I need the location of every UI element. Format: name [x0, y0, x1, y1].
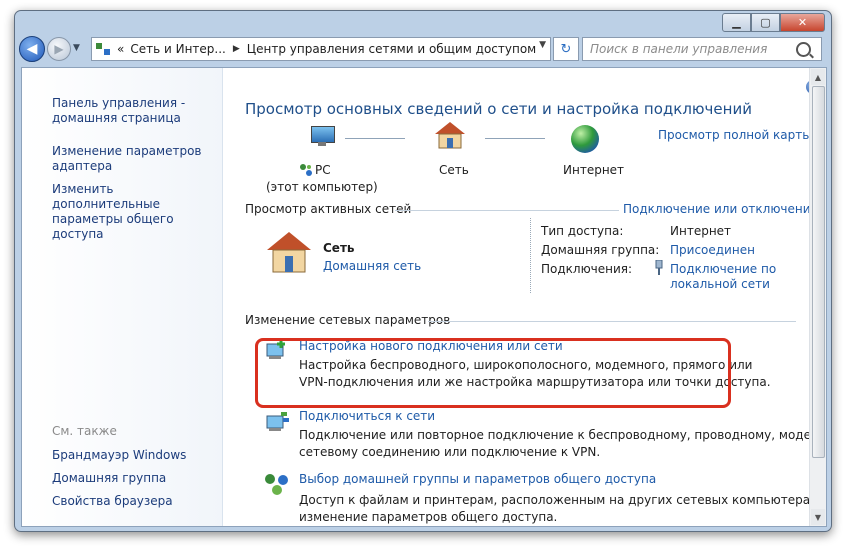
access-type-label: Тип доступа: [541, 224, 624, 238]
search-box[interactable]: Поиск в панели управления [582, 37, 822, 61]
search-input[interactable]: Поиск в панели управления [590, 42, 796, 56]
internet-globe-icon [571, 125, 599, 153]
homegroup-link[interactable]: Присоединен [670, 243, 755, 257]
ethernet-plug-icon [655, 260, 663, 275]
task-link-connect-network[interactable]: Подключиться к сети [299, 409, 435, 423]
navigation-bar: ◀ ▶ ▼ « Сеть и Интер... ▶ Центр управлен… [15, 33, 831, 63]
sidebar-link-adapter-settings[interactable]: Изменение параметров адаптера [52, 144, 202, 174]
breadcrumb-overflow[interactable]: « [117, 42, 124, 56]
network-center-icon [96, 43, 110, 55]
back-arrow-icon: ◀ [26, 41, 38, 57]
home-network-icon [267, 232, 311, 273]
scroll-thumb[interactable] [812, 86, 825, 458]
access-type-value: Интернет [670, 224, 732, 238]
task-desc-connect-network-2: сетевому соединению или подключение к VP… [299, 445, 601, 459]
window-controls: ▁ ▢ ✕ [722, 13, 825, 32]
close-button[interactable]: ✕ [780, 13, 825, 32]
pc-sublabel: (этот компьютер) [266, 180, 378, 194]
homegroup-label: Домашняя группа: [541, 243, 660, 257]
homegroup-sharing-icon [265, 474, 288, 495]
minimize-button[interactable]: ▁ [722, 13, 751, 32]
breadcrumb-separator-icon[interactable]: ▶ [233, 44, 240, 54]
task-desc-homegroup-1: Доступ к файлам и принтерам, расположенн… [299, 493, 827, 507]
see-also-heading: См. также [52, 424, 117, 438]
connect-disconnect-link[interactable]: Подключение или отключение [623, 202, 818, 216]
connection-link-line2[interactable]: локальной сети [670, 277, 770, 291]
sidebar-link-homegroup[interactable]: Домашняя группа [52, 471, 166, 486]
connections-label: Подключения: [541, 262, 633, 276]
network-house-icon [435, 122, 465, 149]
network-type-link[interactable]: Домашняя сеть [323, 259, 421, 273]
forward-button[interactable]: ▶ [47, 37, 71, 61]
network-label: Сеть [439, 163, 469, 177]
section-divider [395, 210, 619, 211]
map-connector-line [345, 138, 405, 139]
explorer-window: ▁ ▢ ✕ ◀ ▶ ▼ « Сеть и Интер... ▶ Центр уп… [14, 10, 832, 532]
network-status-icon [300, 164, 312, 176]
page-title: Просмотр основных сведений о сети и наст… [245, 100, 752, 118]
search-icon[interactable] [796, 41, 811, 57]
active-network-name: Сеть [323, 241, 355, 255]
scroll-up-icon[interactable]: ▲ [811, 69, 825, 85]
computer-icon [309, 126, 335, 148]
sidebar: Панель управления - домашняя страница Из… [22, 68, 223, 526]
vertical-scrollbar[interactable]: ▲ ▼ [809, 68, 826, 526]
connect-to-network-icon [266, 412, 289, 431]
connection-link-line1[interactable]: Подключение по [670, 262, 776, 276]
scroll-down-icon[interactable]: ▼ [811, 509, 825, 525]
map-connector-line-2 [485, 138, 545, 139]
task-desc-connect-network-1: Подключение или повторное подключение к … [299, 428, 827, 442]
view-full-map-link[interactable]: Просмотр полной карты [658, 128, 812, 142]
breadcrumb-network-internet[interactable]: Сеть и Интер... [130, 42, 226, 56]
main-panel: ? Просмотр основных сведений о сети и на… [223, 68, 826, 526]
back-button[interactable]: ◀ [19, 36, 45, 62]
sidebar-link-browser-properties[interactable]: Свойства браузера [52, 494, 173, 509]
refresh-icon: ↻ [560, 41, 572, 57]
change-settings-heading: Изменение сетевых параметров [245, 313, 451, 327]
content-area: Панель управления - домашняя страница Из… [21, 67, 827, 527]
highlight-box [255, 338, 731, 408]
internet-label: Интернет [563, 163, 625, 177]
pc-label: PC [315, 163, 331, 177]
task-link-homegroup[interactable]: Выбор домашней группы и параметров общег… [299, 472, 656, 486]
breadcrumb-network-center[interactable]: Центр управления сетями и общим доступом [247, 42, 536, 56]
recent-pages-dropdown-icon[interactable]: ▼ [73, 43, 80, 53]
sidebar-link-sharing-settings[interactable]: Изменить дополнительные параметры общего… [52, 182, 217, 242]
address-dropdown-icon[interactable]: ▼ [539, 40, 546, 50]
active-networks-heading: Просмотр активных сетей [245, 202, 412, 216]
section-divider-2 [428, 321, 796, 322]
maximize-button[interactable]: ▢ [751, 13, 780, 32]
forward-arrow-icon: ▶ [54, 42, 64, 56]
sidebar-link-firewall[interactable]: Брандмауэр Windows [52, 448, 186, 463]
refresh-button[interactable]: ↻ [553, 37, 579, 61]
address-bar[interactable]: « Сеть и Интер... ▶ Центр управления сет… [91, 37, 551, 61]
task-desc-homegroup-2: изменение параметров общего доступа. [299, 510, 558, 524]
sidebar-link-control-panel-home[interactable]: Панель управления - домашняя страница [52, 96, 202, 126]
info-divider [530, 218, 531, 293]
